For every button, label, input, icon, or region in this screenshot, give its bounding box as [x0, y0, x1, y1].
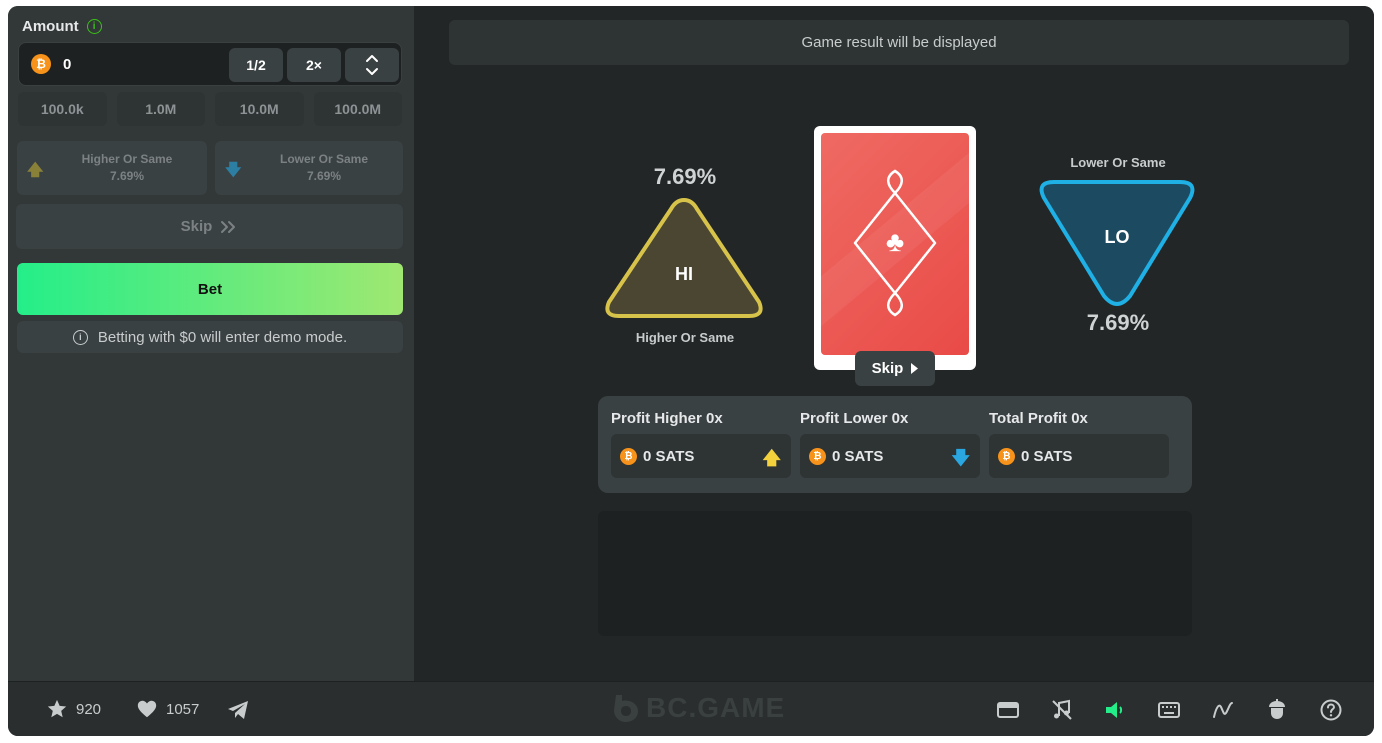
- keyboard-icon[interactable]: [1157, 698, 1181, 722]
- card-skip-button[interactable]: Skip: [855, 351, 935, 386]
- theater-mode-icon[interactable]: [996, 698, 1020, 722]
- arrow-up-icon: 🡅: [762, 448, 781, 468]
- bet-control-panel: Amount i ₿ 0 1/2 2× 100.0k 1.0M 10.0M 10…: [8, 6, 414, 681]
- favorite-button[interactable]: 920: [46, 698, 101, 720]
- higher-label: Higher Or Same: [81, 152, 173, 166]
- card-skip-label: Skip: [871, 360, 904, 377]
- telegram-icon[interactable]: [226, 698, 250, 722]
- game-result-bar: Game result will be displayed: [449, 20, 1349, 65]
- hi-label: Higher Or Same: [635, 330, 735, 345]
- current-card: ♣: [814, 126, 976, 370]
- footer-bar: 920 1057 BC.GAME: [8, 681, 1374, 736]
- lo-button[interactable]: LO: [1032, 176, 1202, 311]
- arrow-down-icon: 🡇: [225, 162, 242, 179]
- live-stats-icon[interactable]: [1211, 698, 1235, 722]
- total-profit-value: 0 SATS: [1021, 447, 1073, 465]
- quick-amount-button[interactable]: 100.0k: [18, 92, 107, 126]
- hi-button[interactable]: HI: [599, 192, 769, 322]
- demo-mode-notice: i Betting with $0 will enter demo mode.: [17, 321, 403, 353]
- heart-icon: [137, 700, 157, 718]
- total-profit-value-box: ₿ 0 SATS: [989, 434, 1169, 478]
- amount-label: Amount i: [22, 18, 102, 35]
- profit-higher: Profit Higher 0x ₿ 0 SATS 🡅: [611, 410, 791, 478]
- profit-lower-value-box: ₿ 0 SATS 🡇: [800, 434, 980, 478]
- profit-lower-value: 0 SATS: [832, 447, 884, 465]
- double-chevron-right-icon: [221, 220, 236, 233]
- lo-label: Lower Or Same: [1070, 155, 1166, 170]
- profit-panel: Profit Higher 0x ₿ 0 SATS 🡅 Profit Lower…: [598, 396, 1192, 493]
- game-window: Amount i ₿ 0 1/2 2× 100.0k 1.0M 10.0M 10…: [8, 6, 1374, 736]
- star-icon: [47, 699, 67, 718]
- favorites-count: 920: [76, 700, 102, 718]
- half-amount-button[interactable]: 1/2: [229, 48, 283, 82]
- bet-button[interactable]: Bet: [17, 263, 403, 315]
- profit-lower-title: Profit Lower 0x: [800, 410, 909, 427]
- music-off-icon[interactable]: [1050, 698, 1074, 722]
- club-suit-icon: ♣: [885, 226, 905, 257]
- info-icon[interactable]: i: [86, 19, 102, 34]
- hi-triangle-shape: [605, 198, 763, 318]
- profit-higher-title: Profit Higher 0x: [611, 410, 723, 427]
- arrow-down-icon: 🡇: [951, 448, 970, 468]
- info-icon: i: [72, 329, 88, 345]
- amount-input-group: ₿ 0 1/2 2×: [18, 42, 402, 86]
- lo-probability: 7.69%: [1086, 310, 1150, 335]
- profit-higher-value-box: ₿ 0 SATS 🡅: [611, 434, 791, 478]
- likes-count: 1057: [166, 700, 200, 718]
- lower-label: Lower Or Same: [279, 152, 369, 166]
- bitcoin-coin-icon: ₿: [998, 447, 1015, 465]
- fairness-icon[interactable]: [1265, 698, 1289, 722]
- quick-amount-button[interactable]: 1.0M: [116, 92, 205, 126]
- total-profit: Total Profit 0x ₿ 0 SATS: [989, 410, 1169, 478]
- skip-button[interactable]: Skip: [16, 204, 403, 249]
- skip-label: Skip: [180, 218, 213, 235]
- demo-note-text: Betting with $0 will enter demo mode.: [97, 328, 348, 346]
- hi-probability: 7.69%: [653, 164, 717, 189]
- higher-pct: 7.69%: [109, 169, 145, 183]
- chevron-up-down-icon: [366, 55, 378, 75]
- brand-logo-icon: [614, 695, 638, 722]
- quick-amount-row: 100.0k 1.0M 10.0M 100.0M: [18, 92, 402, 126]
- like-button[interactable]: 1057: [136, 698, 199, 720]
- total-profit-title: Total Profit 0x: [989, 410, 1088, 427]
- profit-higher-value: 0 SATS: [643, 447, 695, 465]
- lower-pct: 7.69%: [306, 169, 342, 183]
- amount-input[interactable]: 0: [63, 56, 71, 73]
- arrow-up-icon: 🡅: [27, 162, 44, 179]
- amount-label-text: Amount: [22, 18, 79, 35]
- amount-range-toggle[interactable]: [345, 48, 399, 82]
- game-area: Game result will be displayed 7.69% HI H…: [414, 6, 1374, 681]
- bitcoin-coin-icon: ₿: [809, 447, 826, 465]
- lo-symbol: LO: [1104, 227, 1130, 247]
- brand-logo: BC.GAME: [612, 692, 785, 724]
- caret-right-icon: [911, 363, 919, 374]
- help-icon[interactable]: [1319, 698, 1343, 722]
- higher-or-same-button[interactable]: 🡅 Higher Or Same 7.69%: [17, 141, 207, 195]
- bitcoin-coin-icon: ₿: [620, 447, 637, 465]
- quick-amount-button[interactable]: 10.0M: [215, 92, 304, 126]
- card-history-panel: [598, 511, 1192, 636]
- brand-logo-text: BC.GAME: [646, 692, 786, 723]
- double-amount-button[interactable]: 2×: [287, 48, 341, 82]
- sound-icon[interactable]: [1103, 698, 1127, 722]
- lower-or-same-button[interactable]: 🡇 Lower Or Same 7.69%: [215, 141, 403, 195]
- quick-amount-button[interactable]: 100.0M: [313, 92, 402, 126]
- card-back: ♣: [821, 133, 969, 355]
- hi-symbol: HI: [675, 264, 693, 284]
- bitcoin-coin-icon: ₿: [31, 54, 51, 74]
- profit-lower: Profit Lower 0x ₿ 0 SATS 🡇: [800, 410, 980, 478]
